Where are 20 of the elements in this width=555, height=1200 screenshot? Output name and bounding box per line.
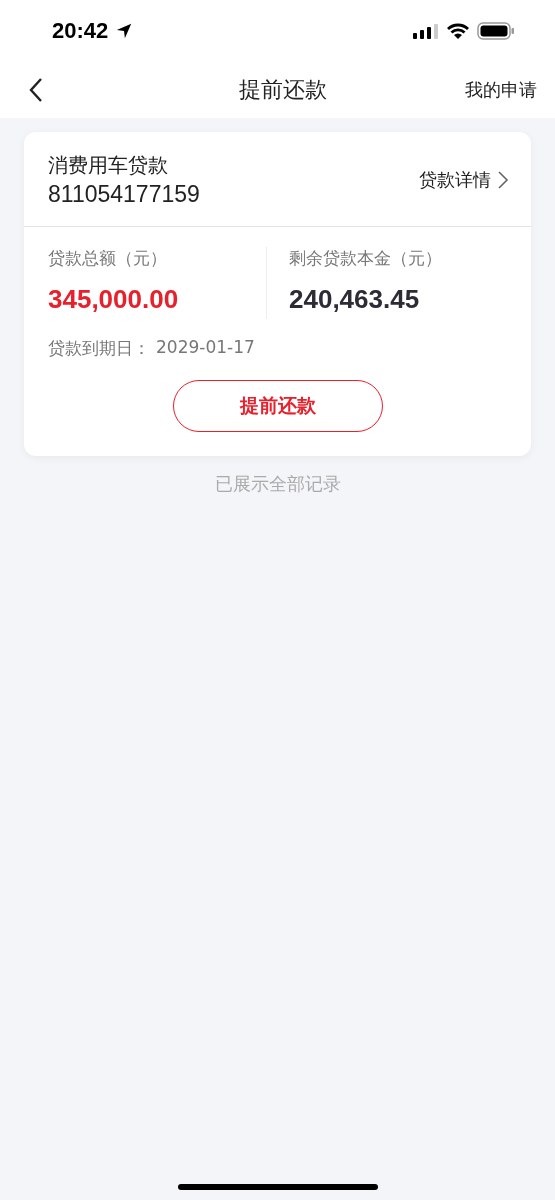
loan-name: 消费用车贷款 <box>48 152 169 179</box>
due-date: 2029-01-17 <box>156 337 255 359</box>
figure-label: 贷款总额（元） <box>48 247 168 270</box>
status-time: 20:42 <box>52 18 109 44</box>
loan-number: 811054177159 <box>48 181 201 208</box>
figure-amount: 345,000.00 <box>48 284 180 315</box>
due-date-label: 贷款到期日： <box>48 337 150 360</box>
figure-label: 剩余贷款本金（元） <box>289 247 443 270</box>
battery-icon <box>477 22 515 40</box>
wifi-icon <box>446 22 470 40</box>
location-arrow-icon <box>115 22 134 40</box>
all-records-note: 已展示全部记录 <box>213 472 342 496</box>
back-icon[interactable] <box>28 77 44 103</box>
loan-details-link[interactable]: 贷款详情 <box>419 168 491 192</box>
signal-icon <box>413 23 439 39</box>
figure-amount: 240,463.45 <box>289 284 421 315</box>
chevron-right-icon[interactable] <box>497 170 509 190</box>
prepay-button[interactable]: 提前还款 <box>172 380 383 432</box>
my-applications-link[interactable]: 我的申请 <box>465 78 537 102</box>
page-title: 提前还款 <box>238 76 327 104</box>
